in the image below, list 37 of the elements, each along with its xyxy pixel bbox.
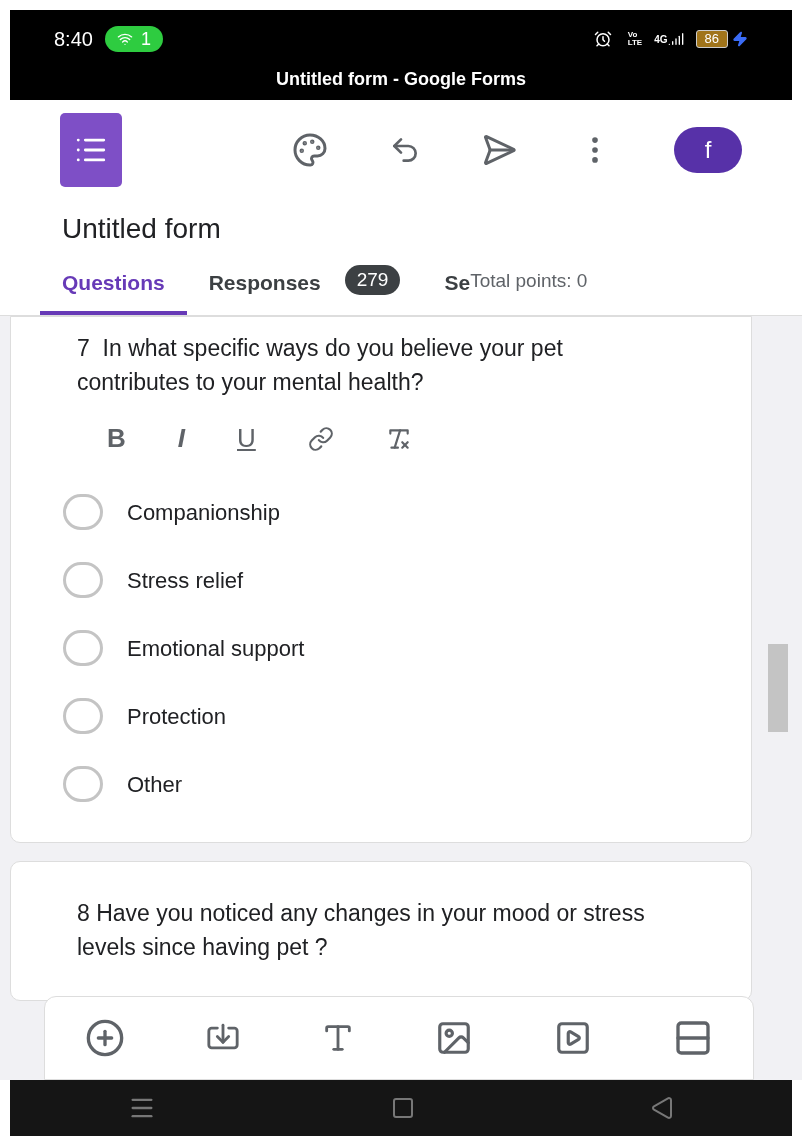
count-badge: 279 (344, 265, 401, 295)
home-icon[interactable] (391, 1096, 415, 1120)
link-icon[interactable] (307, 425, 334, 452)
question-text: 7 In what specific ways do you believe your pet contributes to your mental health? (77, 334, 564, 397)
alarm-icon (593, 30, 612, 48)
radio-button[interactable] (63, 562, 103, 598)
format-button[interactable]: I (177, 419, 185, 458)
question-text: 8 Have you noticed any changes in your mood or stress levels since having pet ? (77, 899, 646, 962)
palette-icon[interactable] (292, 132, 329, 168)
total-points: Total points: 0 (470, 269, 588, 293)
format-button[interactable]: U (237, 419, 256, 458)
hotspot-icon (116, 31, 133, 47)
send-icon[interactable] (481, 132, 518, 168)
volte-label: Vo LTE (627, 31, 643, 47)
radio-button[interactable] (63, 494, 103, 530)
form-title: Untitled form (61, 212, 222, 246)
signal-icon (667, 31, 684, 47)
avatar[interactable]: f (674, 127, 742, 173)
radio-button[interactable] (63, 630, 103, 666)
hotspot-badge: 1 (104, 26, 163, 52)
tab[interactable]: Responses 279 (186, 267, 423, 315)
battery-indicator: 86 (695, 30, 728, 48)
add-icon[interactable] (85, 1018, 126, 1058)
tab[interactable]: Se (422, 267, 471, 315)
option-label: Stress relief (127, 566, 244, 595)
forms-logo-icon (60, 113, 122, 187)
format-button[interactable]: B (107, 419, 126, 458)
radio-button[interactable] (63, 698, 103, 734)
radio-button[interactable] (63, 766, 103, 802)
network-label: 4G (654, 32, 668, 47)
option-label: Other (127, 770, 183, 799)
back-icon[interactable] (650, 1096, 675, 1120)
option-label: Emotional support (127, 634, 305, 663)
option-label: Companionship (127, 498, 280, 527)
option-label: Protection (127, 702, 227, 731)
window-title: Untitled form - Google Forms (275, 68, 527, 91)
clock: 8:40 (54, 27, 93, 52)
